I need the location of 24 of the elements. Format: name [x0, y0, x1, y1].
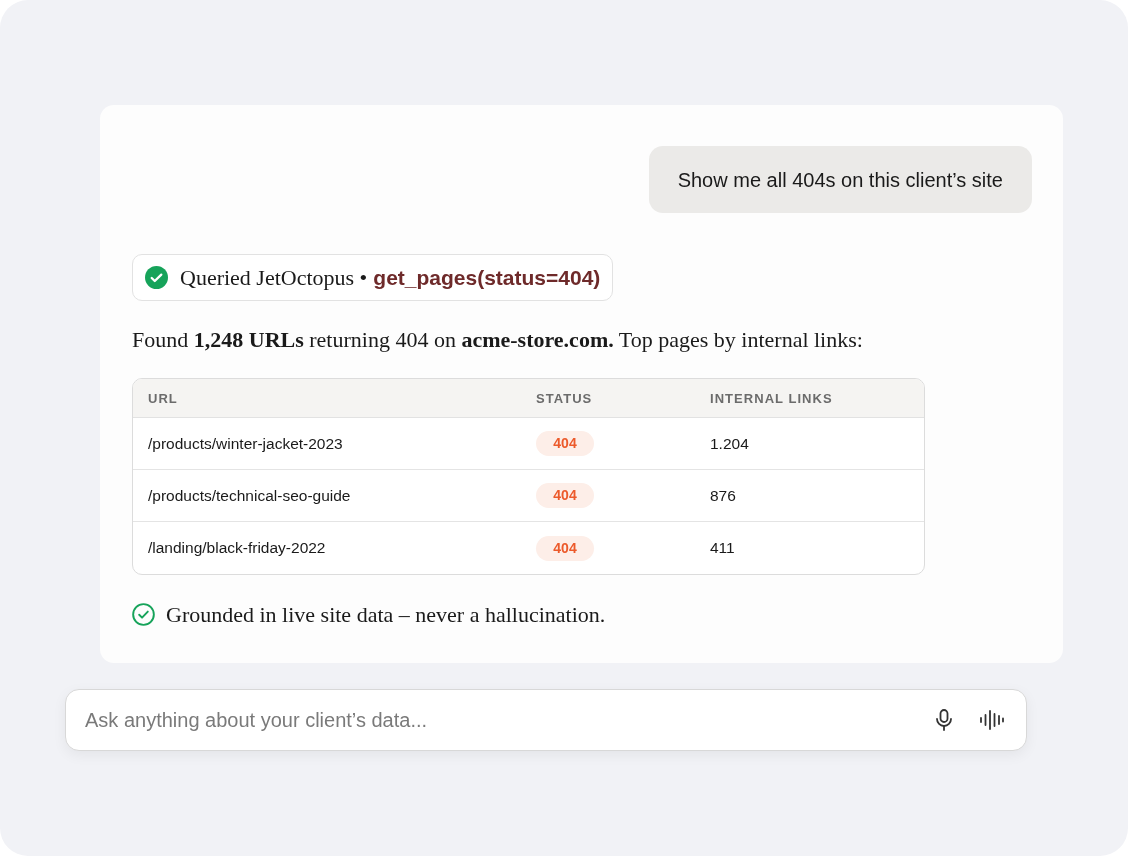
microphone-icon	[935, 709, 953, 731]
answer-text: Found 1,248 URLs returning 404 on acme-store.com. Top pages by internal links:	[132, 326, 864, 354]
footnote-text: Grounded in live site data – never a hallucination.	[166, 600, 606, 629]
user-message: Show me all 404s on this client’s site	[648, 146, 1032, 213]
url-cell: /products/winter-jacket-2023	[148, 434, 343, 452]
url-cell: /landing/black-friday-2022	[148, 539, 326, 556]
column-header: URL	[148, 391, 178, 406]
tool-call-label: Queried JetOctopus •	[180, 264, 368, 292]
links-count-cell: 411	[710, 539, 735, 556]
status-badge: 404	[536, 431, 594, 456]
status-badge: 404	[536, 535, 594, 561]
column-header: INTERNAL LINKS	[710, 391, 833, 406]
url-cell: /products/technical-seo-guide	[148, 486, 351, 504]
column-header: STATUS	[536, 391, 593, 406]
check-circle-icon	[145, 266, 168, 289]
message-field[interactable]: Ask anything about your client’s data...	[85, 705, 922, 735]
status-badge: 404	[536, 483, 594, 508]
links-count-cell: 876	[710, 486, 736, 504]
message-input[interactable]: Ask anything about your client’s data...	[65, 689, 1027, 751]
voice-mode-button[interactable]	[978, 708, 1006, 732]
check-circle-icon	[132, 602, 155, 626]
tool-call-function: get_pages(status=404)	[373, 265, 601, 291]
links-count-cell: 1.204	[710, 434, 749, 452]
sound-wave-icon	[979, 710, 1005, 730]
